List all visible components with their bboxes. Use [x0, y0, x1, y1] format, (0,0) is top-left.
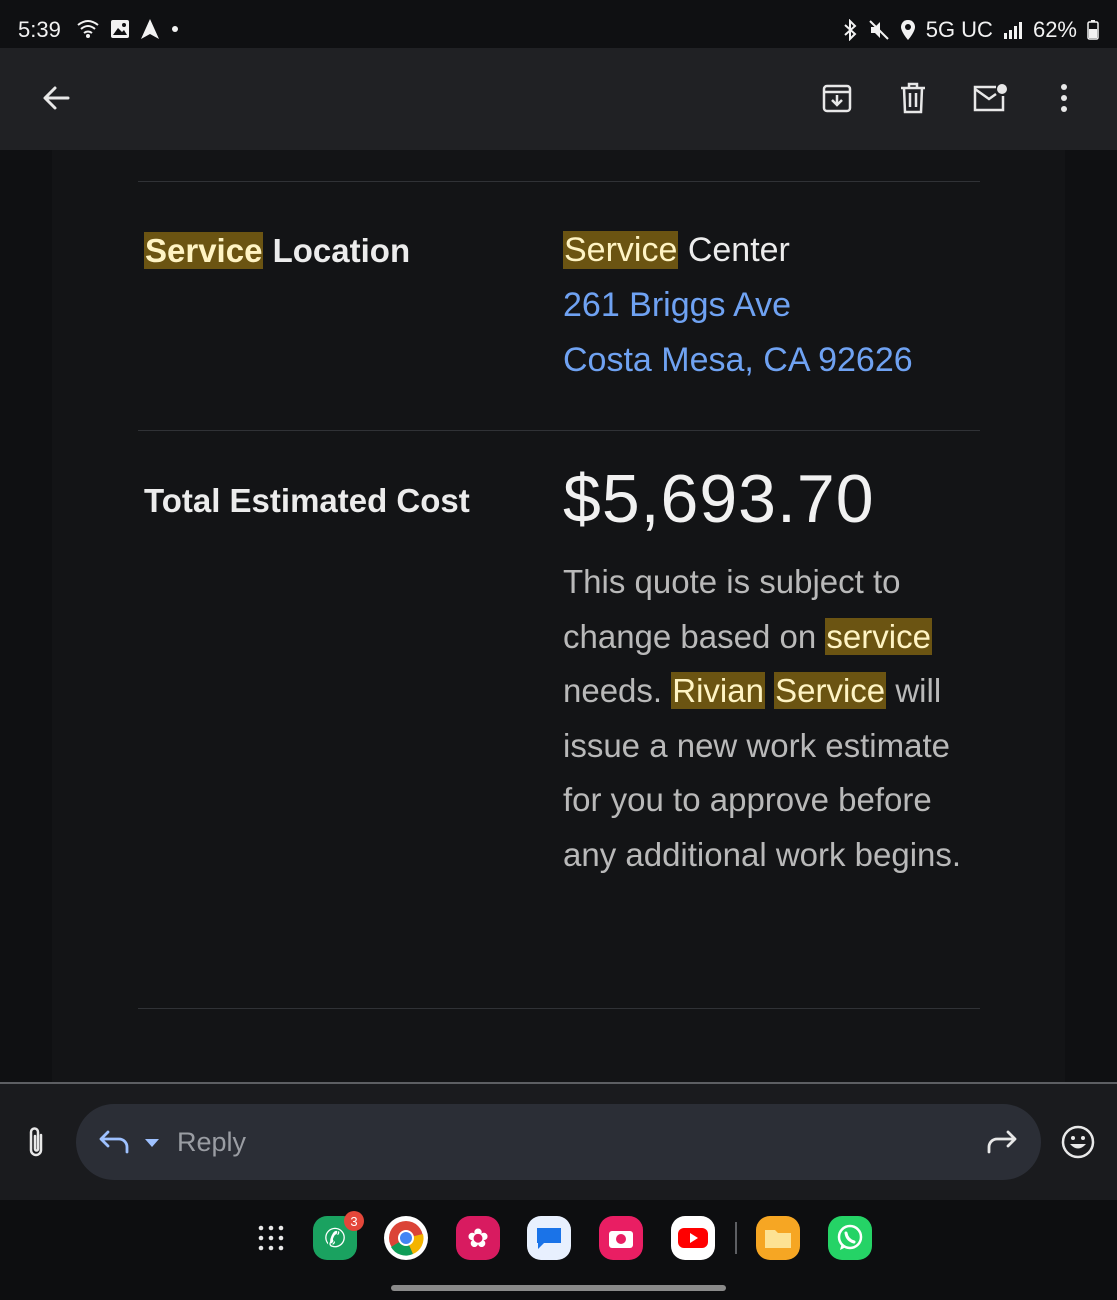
- service-center-name: Service Center: [563, 231, 790, 269]
- paperclip-icon: [29, 1127, 43, 1157]
- battery-percent: 62%: [1032, 17, 1077, 42]
- delete-button[interactable]: [889, 74, 937, 122]
- total-cost-label: Total Estimated Cost: [144, 482, 470, 519]
- whatsapp-icon: [837, 1224, 863, 1250]
- email-body: Service Location Service Center 261 Brig…: [52, 150, 1065, 1083]
- email-toolbar: [0, 48, 1117, 150]
- youtube-icon: [678, 1228, 708, 1248]
- mail-unread-icon: [973, 84, 1007, 112]
- archive-button[interactable]: [813, 74, 861, 122]
- mark-unread-button[interactable]: [966, 74, 1014, 122]
- divider: [138, 181, 980, 182]
- reply-input[interactable]: Reply: [76, 1104, 1041, 1180]
- back-button[interactable]: [32, 74, 80, 122]
- trash-icon: [901, 82, 925, 114]
- camera-icon: [609, 1231, 633, 1248]
- blossom-app-icon[interactable]: ✿: [456, 1216, 500, 1260]
- location-icon: [900, 20, 915, 40]
- messages-app-icon[interactable]: [527, 1216, 571, 1260]
- archive-icon: [822, 84, 852, 113]
- folder-icon: [765, 1230, 791, 1248]
- status-bar: 5:39 5G UC 62%: [0, 0, 1117, 48]
- chevron-down-icon[interactable]: [144, 1138, 160, 1148]
- total-cost-amount: $5,693.70: [563, 461, 875, 537]
- divider: [138, 430, 980, 431]
- arrow-back-icon: [43, 86, 70, 110]
- forward-icon[interactable]: [986, 1128, 1018, 1156]
- service-location-label: Service Location: [144, 232, 411, 269]
- bluetooth-icon: [844, 19, 857, 41]
- reply-bar: Reply: [0, 1084, 1117, 1200]
- emoji-button[interactable]: [1054, 1118, 1102, 1166]
- search-highlight: service: [825, 617, 932, 655]
- youtube-app-icon[interactable]: [671, 1216, 715, 1260]
- reply-icon[interactable]: [98, 1128, 130, 1156]
- image-icon: [111, 20, 129, 38]
- search-highlight: Service: [563, 231, 679, 269]
- more-options-button[interactable]: [1040, 74, 1088, 122]
- mute-icon: [868, 20, 889, 40]
- wifi-icon: [77, 20, 99, 38]
- search-highlight: Rivian: [671, 672, 765, 709]
- reply-placeholder[interactable]: Reply: [177, 1127, 246, 1158]
- attach-button[interactable]: [12, 1118, 60, 1166]
- whatsapp-app-icon[interactable]: [828, 1216, 872, 1260]
- chrome-icon: [389, 1221, 424, 1256]
- divider: [138, 1008, 980, 1009]
- dock-divider: [735, 1222, 737, 1254]
- more-vert-icon: [1061, 84, 1067, 112]
- battery-icon: [1087, 20, 1099, 40]
- app-drawer-icon[interactable]: [257, 1224, 285, 1252]
- signal-icon: [1003, 22, 1022, 39]
- search-highlight: Service: [144, 232, 264, 269]
- emoji-icon: [1061, 1125, 1095, 1159]
- chat-bubble-icon: [537, 1228, 561, 1249]
- dot-icon: [172, 26, 178, 32]
- app-dock: ✆ 3 ✿: [0, 1200, 1117, 1300]
- notification-badge: 3: [344, 1211, 364, 1231]
- status-time: 5:39: [18, 17, 61, 42]
- quote-disclaimer: This quote is subject to change based on…: [563, 563, 962, 873]
- camera-app-icon[interactable]: [599, 1216, 643, 1260]
- network-label: 5G UC: [925, 17, 993, 42]
- address-line2-link[interactable]: Costa Mesa, CA 92626: [563, 333, 913, 388]
- home-indicator[interactable]: [391, 1285, 726, 1291]
- files-app-icon[interactable]: [756, 1216, 800, 1260]
- search-highlight: Service: [774, 672, 887, 709]
- chrome-app-icon[interactable]: [384, 1216, 428, 1260]
- navigation-icon: [141, 19, 159, 39]
- address-line1-link[interactable]: 261 Briggs Ave: [563, 278, 791, 333]
